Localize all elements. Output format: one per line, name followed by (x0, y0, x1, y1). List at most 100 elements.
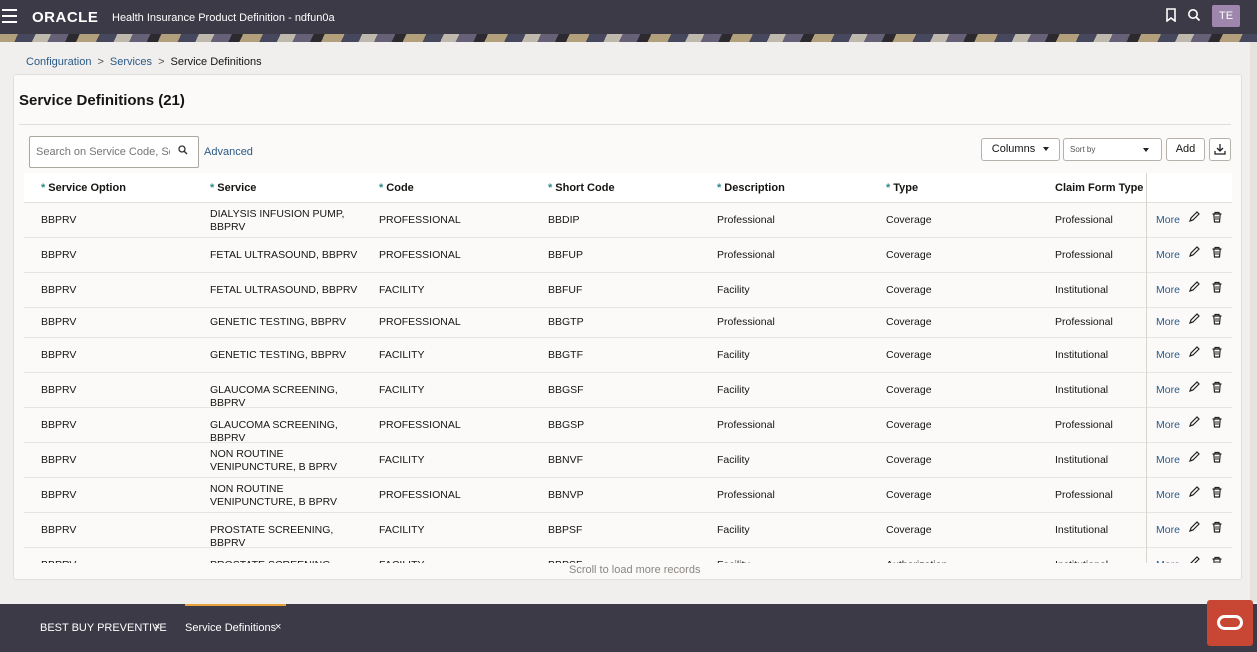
pencil-icon[interactable] (1188, 485, 1200, 501)
footer-tab-best-buy-preventive[interactable]: BEST BUY PREVENTIVE × (30, 604, 170, 652)
hamburger-menu-icon[interactable] (2, 9, 18, 23)
column-header[interactable]: * Type (886, 182, 918, 194)
more-link[interactable]: More (1156, 489, 1180, 502)
breadcrumb-configuration[interactable]: Configuration (26, 56, 91, 68)
table-cell: FACILITY (379, 383, 425, 396)
pencil-icon[interactable] (1188, 555, 1200, 563)
more-link[interactable]: More (1156, 524, 1180, 537)
more-link[interactable]: More (1156, 249, 1180, 262)
column-header[interactable]: * Service Option (41, 182, 126, 194)
advanced-search-link[interactable]: Advanced (204, 146, 253, 158)
required-marker: * (717, 182, 722, 194)
trash-icon[interactable] (1211, 346, 1223, 361)
table-row[interactable]: BBPRV NON ROUTINE VENIPUNCTURE, B BPRV PRO… (24, 478, 1232, 513)
trash-icon[interactable] (1211, 521, 1223, 536)
table-cell: Facility (717, 523, 750, 536)
table-cell: BBFUP (548, 248, 584, 261)
footer-tab-service-definitions[interactable]: Service Definitions × (185, 604, 286, 652)
trash-icon[interactable] (1211, 281, 1223, 296)
columns-button[interactable]: Columns (981, 138, 1060, 161)
service-definitions-table: * Service Option * Service * Code * Short Code *… (24, 173, 1232, 563)
table-cell: GLAUCOMA SCREENING, BBPRV (210, 383, 338, 409)
required-marker: * (210, 182, 215, 194)
trash-icon[interactable] (1211, 556, 1223, 563)
table-cell: Professional (717, 316, 775, 328)
table-cell: BBPRV (41, 383, 77, 396)
column-header[interactable]: * Short Code (548, 182, 615, 194)
close-icon[interactable]: × (275, 621, 281, 633)
more-link[interactable]: More (1156, 419, 1180, 432)
pencil-icon[interactable] (1188, 313, 1200, 328)
table-row[interactable]: BBPRV GENETIC TESTING, BBPRV FACILITY BBGTF… (24, 338, 1232, 373)
table-row[interactable]: BBPRV FETAL ULTRASOUND, BBPRV PROFESSIONAL… (24, 238, 1232, 273)
search-field[interactable] (29, 136, 199, 168)
table-cell: FACILITY (379, 283, 425, 296)
user-avatar[interactable]: TE (1212, 5, 1240, 27)
column-header-label: Description (724, 182, 785, 194)
table-cell: BBDIP (548, 213, 580, 226)
table-cell: Facility (717, 348, 750, 361)
table-cell: PROSTATE SCREENING, BBPRV (210, 559, 370, 564)
search-icon[interactable] (1186, 8, 1202, 26)
trash-icon[interactable] (1211, 416, 1223, 431)
more-link[interactable]: More (1156, 454, 1180, 467)
column-header-label: Type (893, 182, 919, 194)
footer-tab-label: BEST BUY PREVENTIVE (40, 622, 167, 634)
more-link[interactable]: More (1156, 284, 1180, 297)
oracle-logo: ORACLE (32, 9, 99, 26)
table-cell: Coverage (886, 523, 932, 536)
pencil-icon[interactable] (1188, 280, 1200, 296)
column-header-label: Short Code (555, 182, 615, 194)
more-link[interactable]: More (1156, 316, 1180, 329)
column-header[interactable]: * Service (210, 182, 256, 194)
table-row[interactable]: BBPRV PROSTATE SCREENING, BBPRV FACILITY BB… (24, 513, 1232, 549)
trash-icon[interactable] (1211, 211, 1223, 226)
pencil-icon[interactable] (1188, 415, 1200, 431)
table-row[interactable]: BBPRV GLAUCOMA SCREENING, BBPRV FACILITY BB… (24, 373, 1232, 409)
table-cell: BBGTF (548, 348, 584, 361)
table-row[interactable]: BBPRV GENETIC TESTING, BBPRV PROFESSIONAL B… (24, 308, 1232, 338)
breadcrumb-services[interactable]: Services (110, 56, 152, 68)
pencil-icon[interactable] (1188, 450, 1200, 466)
trash-icon[interactable] (1211, 381, 1223, 396)
table-row[interactable]: BBPRV NON ROUTINE VENIPUNCTURE, B BPRV FAC… (24, 443, 1232, 478)
table-row[interactable]: BBPRV PROSTATE SCREENING, BBPRV FACILITY BB… (24, 548, 1232, 563)
table-cell: GENETIC TESTING, BBPRV (210, 348, 347, 361)
table-cell: Professional (717, 418, 775, 431)
pencil-icon[interactable] (1188, 520, 1200, 536)
column-header[interactable]: Claim Form Type (1055, 182, 1143, 194)
trash-icon[interactable] (1211, 486, 1223, 501)
pencil-icon[interactable] (1188, 345, 1200, 361)
table-row[interactable]: BBPRV FETAL ULTRASOUND, BBPRV FACILITY BBFU… (24, 273, 1232, 308)
pencil-icon[interactable] (1188, 245, 1200, 261)
pencil-icon[interactable] (1188, 380, 1200, 396)
pencil-icon[interactable] (1188, 210, 1200, 226)
trash-icon[interactable] (1211, 451, 1223, 466)
table-cell: BBPRV (41, 559, 201, 564)
close-icon[interactable]: × (154, 621, 160, 633)
trash-icon[interactable] (1211, 313, 1223, 328)
sort-by-select[interactable]: Sort by (1063, 138, 1162, 161)
download-button[interactable] (1209, 138, 1231, 161)
more-link[interactable]: More (1156, 384, 1180, 397)
search-icon[interactable] (178, 145, 188, 158)
more-link[interactable]: More (1156, 559, 1180, 564)
more-link[interactable]: More (1156, 349, 1180, 362)
table-cell: Authorization (886, 559, 1046, 564)
page-scrollbar[interactable] (1250, 42, 1257, 602)
bookmark-icon[interactable] (1163, 8, 1179, 26)
table-cell: BBGSP (548, 418, 585, 431)
table-row[interactable]: BBPRV DIALYSIS INFUSION PUMP, BBPRV PROFES… (24, 203, 1232, 238)
search-input[interactable] (30, 137, 170, 167)
add-button[interactable]: Add (1166, 138, 1205, 161)
table-cell: BBPRV (41, 316, 77, 328)
table-cell: Facility (717, 453, 750, 466)
oracle-assistant-button[interactable] (1207, 600, 1253, 646)
table-row[interactable]: BBPRV GLAUCOMA SCREENING, BBPRV PROFESSION… (24, 408, 1232, 444)
column-header[interactable]: * Description (717, 182, 785, 194)
column-header[interactable]: * Code (379, 182, 414, 194)
trash-icon[interactable] (1211, 246, 1223, 261)
table-cell: BBPRV (41, 283, 77, 296)
table-cell: FACILITY (379, 453, 425, 466)
more-link[interactable]: More (1156, 214, 1180, 227)
